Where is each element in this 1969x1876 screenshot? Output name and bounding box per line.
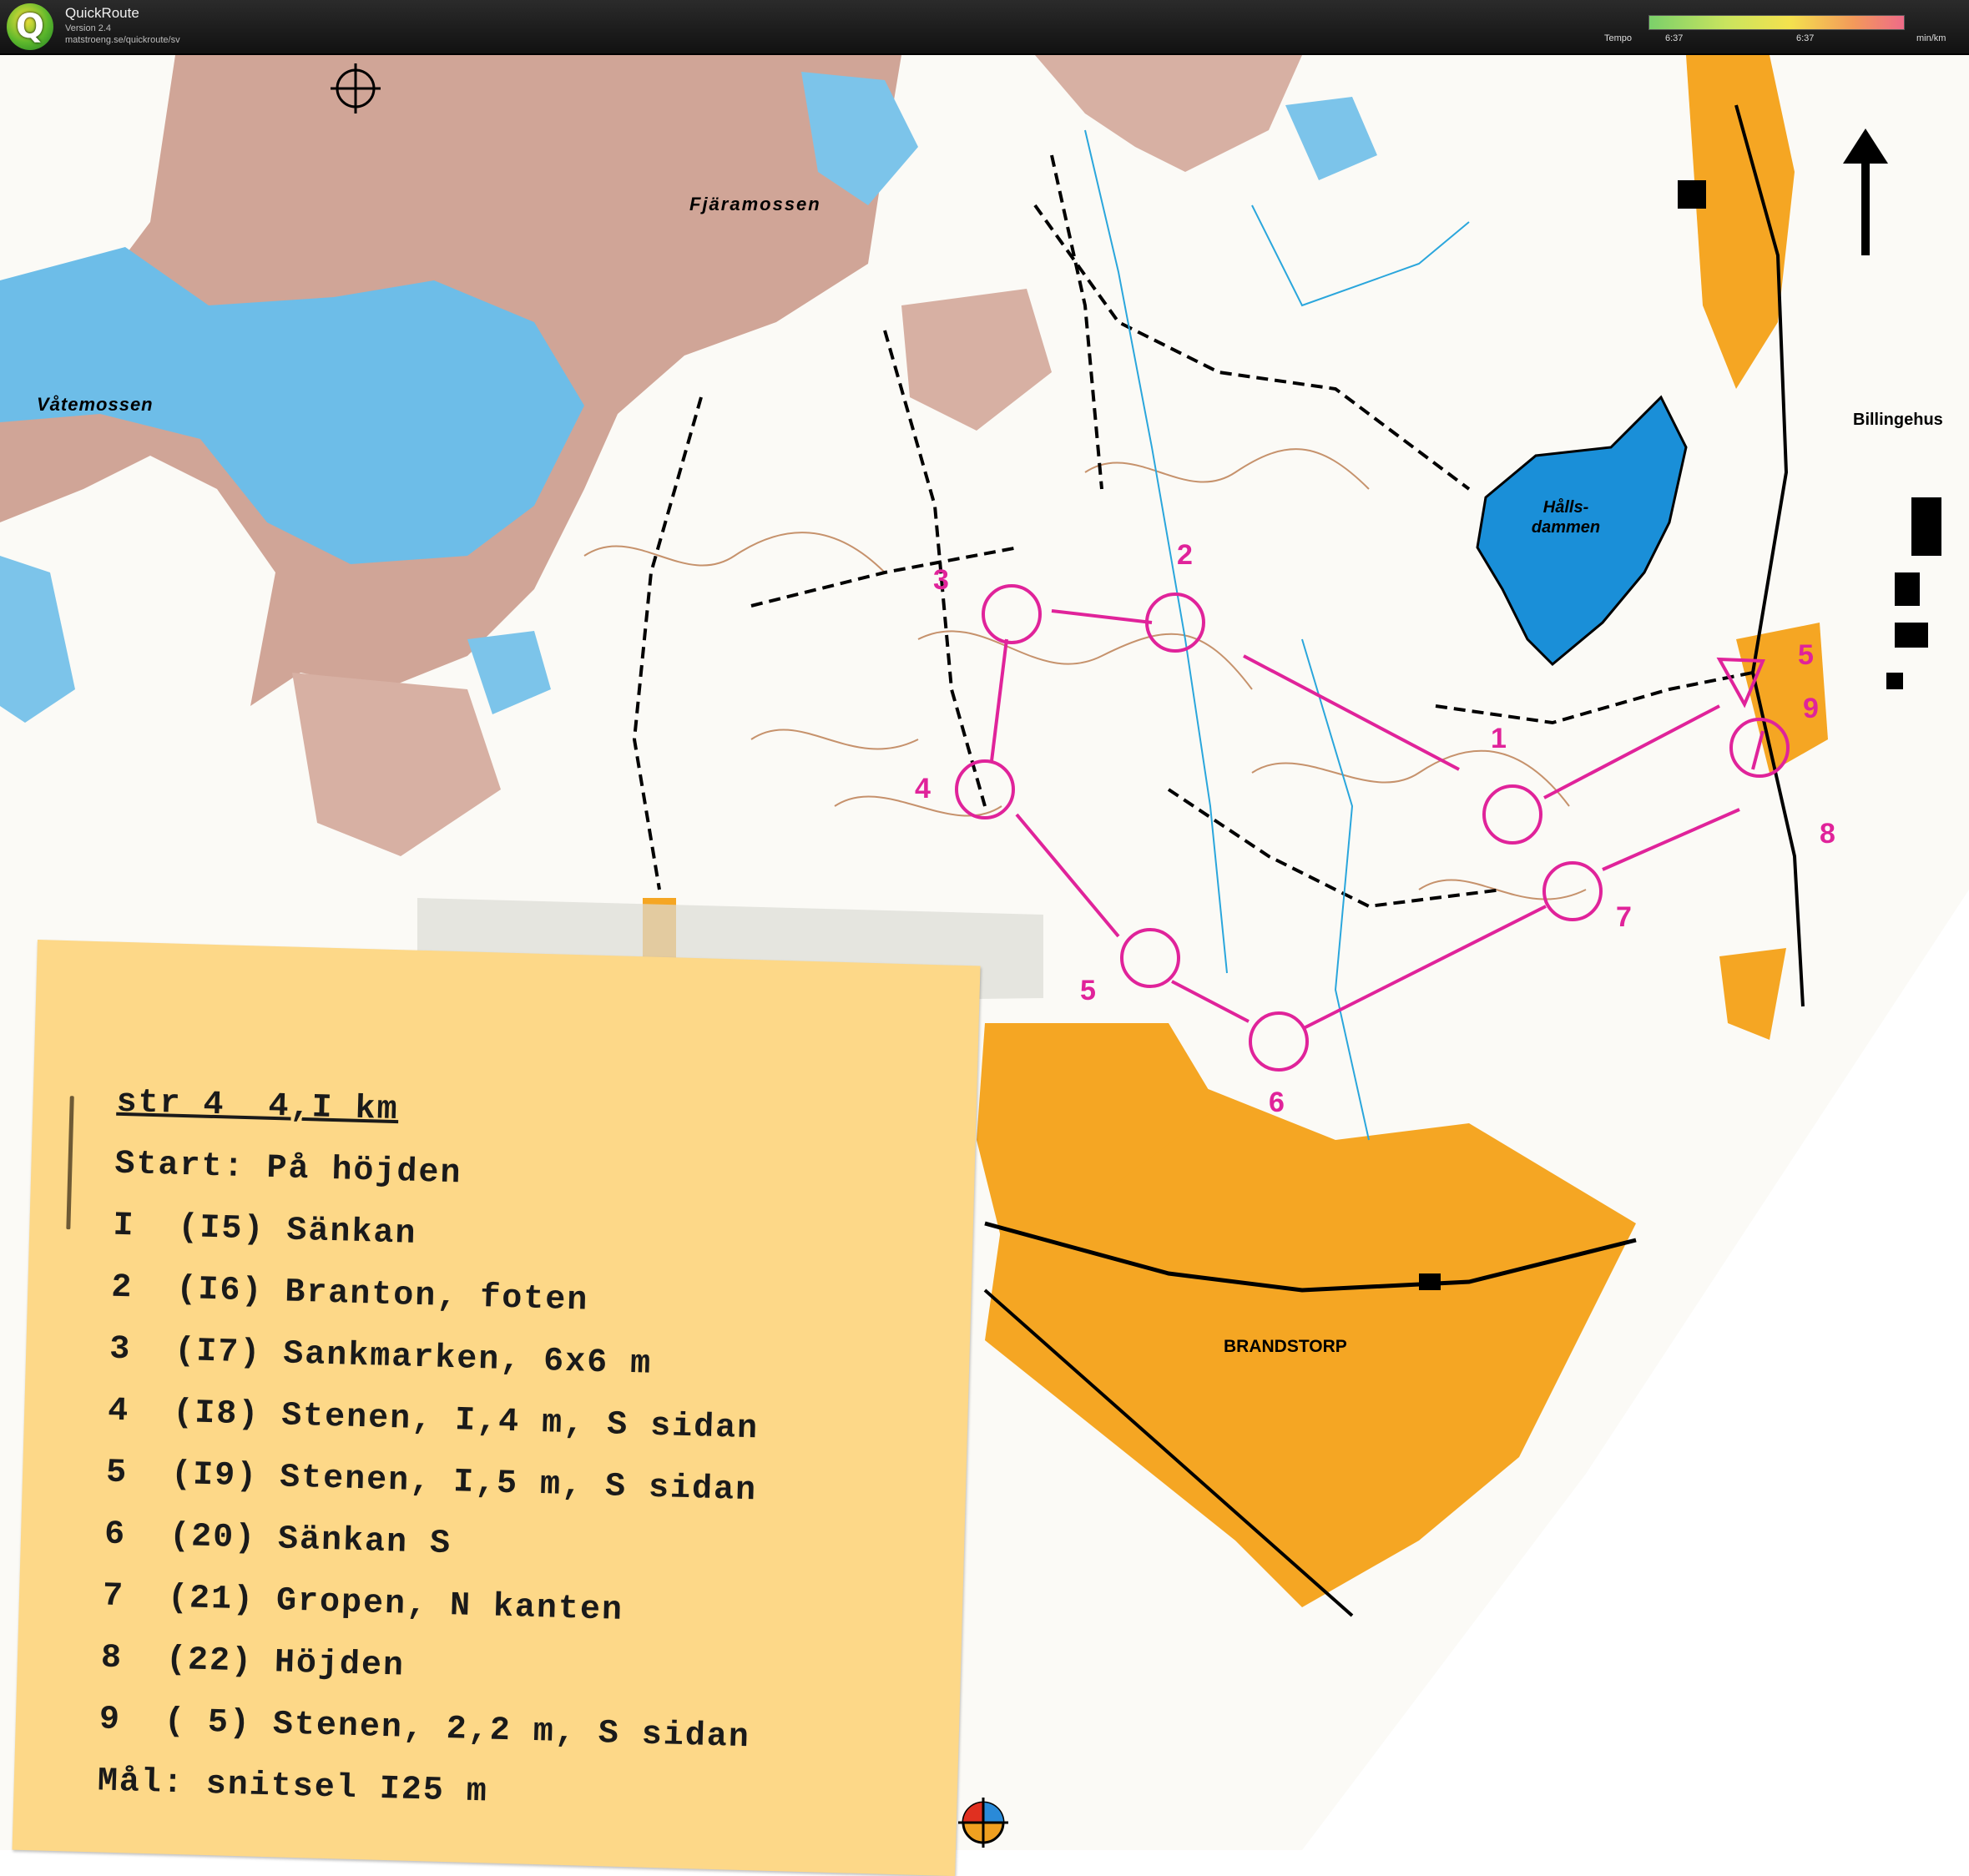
control-number-3: 3	[933, 564, 949, 596]
control-number-7: 7	[1616, 901, 1632, 933]
control-number-4: 4	[915, 773, 931, 804]
control-number-9: 9	[1803, 693, 1819, 724]
card-control-line-8: 8 (22) Höjden	[100, 1639, 406, 1686]
tempo-unit: min/km	[1916, 33, 1946, 43]
card-control-line-3: 3 (I7) Sankmarken, 6x6 m	[109, 1330, 653, 1384]
card-control-line-1: I (I5) Sänkan	[112, 1207, 418, 1253]
card-start-line: Start: På höjden	[114, 1145, 463, 1193]
map-label-vatemossen: Våtemossen	[37, 394, 154, 415]
card-finish-line: Mål: snitsel I25 m	[97, 1763, 489, 1812]
map-label-hallsdammen: Hålls- dammen	[1524, 497, 1608, 537]
control-number-5: 5	[1080, 975, 1096, 1006]
app-url[interactable]: matstroeng.se/quickroute/sv	[65, 35, 180, 45]
staple-icon	[66, 1096, 74, 1230]
app-version: Version 2.4	[65, 23, 112, 33]
control-number-5-extra: 5	[1798, 639, 1814, 671]
card-control-line-2: 2 (I6) Branton, foten	[110, 1268, 589, 1320]
control-number-8: 8	[1820, 818, 1835, 850]
tempo-min-value: 6:37	[1665, 33, 1684, 43]
card-control-line-6: 6 (20) Sänkan S	[103, 1515, 452, 1564]
app-title: QuickRoute	[65, 5, 139, 21]
control-description-card: str 4 4,I km Start: På höjden I (I5) Sän…	[12, 940, 981, 1876]
title-bar: Q QuickRoute Version 2.4 matstroeng.se/q…	[0, 0, 1969, 55]
map-label-hallsdammen-line2: dammen	[1531, 518, 1601, 537]
control-number-2: 2	[1177, 539, 1193, 571]
card-control-line-5: 5 (I9) Stenen, I,5 m, S sidan	[105, 1454, 758, 1510]
quickroute-logo-icon: Q	[7, 3, 53, 50]
map-label-billingehus: Billingehus	[1853, 411, 1943, 429]
map-label-fjaramossen: Fjäramossen	[689, 194, 821, 214]
card-control-line-9: 9 ( 5) Stenen, 2,2 m, S sidan	[98, 1701, 751, 1757]
control-number-6: 6	[1269, 1087, 1285, 1118]
map-label-brandstorp: BRANDSTORP	[1224, 1337, 1347, 1356]
tempo-color-scale	[1648, 15, 1905, 30]
control-number-1: 1	[1491, 723, 1507, 754]
tempo-label: Tempo	[1604, 33, 1633, 43]
card-course-title: str 4 4,I km	[115, 1083, 400, 1130]
tempo-max-value: 6:37	[1796, 33, 1815, 43]
card-control-line-4: 4 (I8) Stenen, I,4 m, S sidan	[107, 1392, 760, 1449]
card-control-line-7: 7 (21) Gropen, N kanten	[102, 1577, 624, 1630]
map-label-hallsdammen-line1: Hålls-	[1542, 498, 1589, 517]
